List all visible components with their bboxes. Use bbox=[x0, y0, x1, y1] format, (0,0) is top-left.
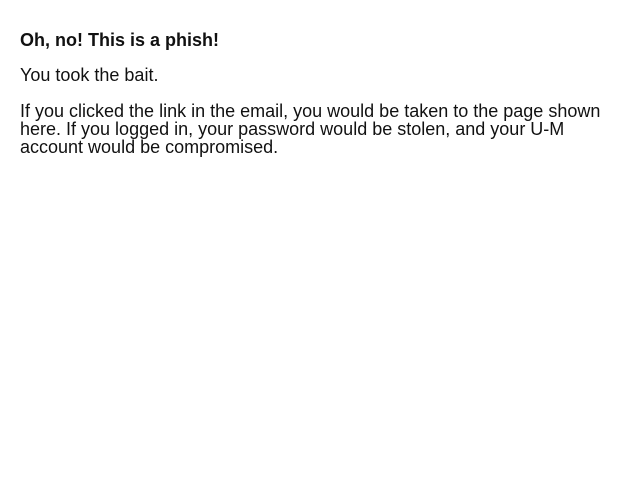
bait-message: You took the bait. bbox=[20, 65, 159, 85]
phish-warning-page: Oh, no! This is a phish! You took the ba… bbox=[0, 0, 638, 501]
page-title: Oh, no! This is a phish! bbox=[20, 30, 220, 50]
explanation-text: If you clicked the link in the email, yo… bbox=[20, 101, 601, 157]
